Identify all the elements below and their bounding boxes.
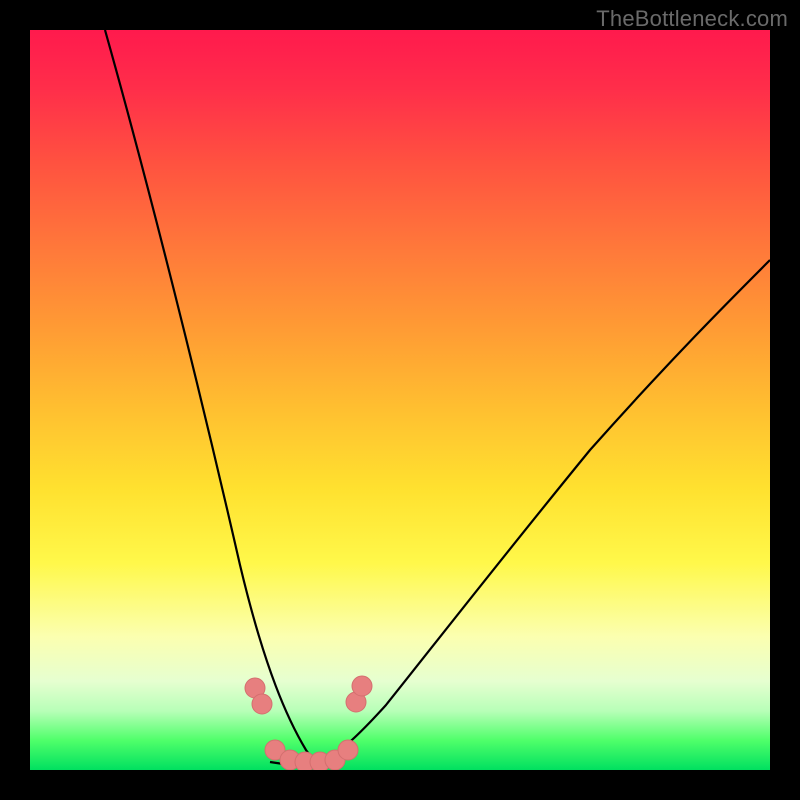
marker (352, 676, 372, 696)
left-curve (105, 30, 319, 762)
chart-container: TheBottleneck.com (0, 0, 800, 800)
chart-svg (30, 30, 770, 770)
marker (338, 740, 358, 760)
plot-area (30, 30, 770, 770)
watermark-text: TheBottleneck.com (596, 6, 788, 32)
right-curve (319, 260, 770, 762)
scatter-markers (245, 676, 372, 770)
marker (252, 694, 272, 714)
